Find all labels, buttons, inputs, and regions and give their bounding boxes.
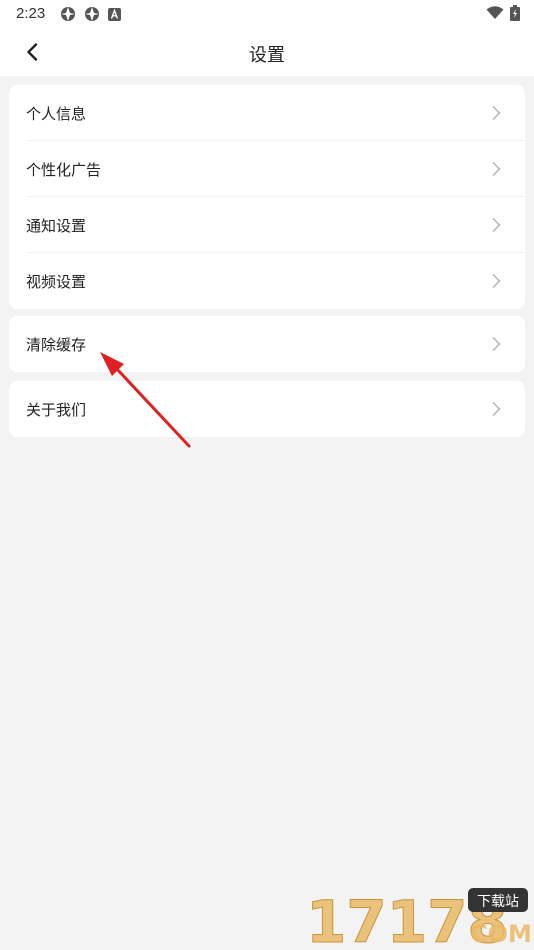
- settings-item-label: 通知设置: [26, 216, 87, 235]
- settings-group-about: 关于我们: [9, 381, 525, 437]
- settings-item-label: 关于我们: [26, 400, 87, 419]
- settings-item-clear-cache[interactable]: 清除缓存: [9, 316, 525, 372]
- chevron-right-icon: [492, 161, 501, 177]
- chevron-right-icon: [492, 105, 501, 121]
- aperture-icon: [85, 7, 99, 21]
- settings-item-video[interactable]: 视频设置: [9, 253, 525, 309]
- watermark-domain: COM: [470, 920, 530, 948]
- settings-item-label: 个人信息: [26, 104, 87, 123]
- wifi-icon: [486, 6, 504, 19]
- chevron-right-icon: [492, 273, 501, 289]
- chevron-right-icon: [492, 217, 501, 233]
- status-icons-left: [60, 6, 121, 22]
- settings-item-label: 视频设置: [26, 272, 87, 291]
- settings-item-about-us[interactable]: 关于我们: [9, 381, 525, 437]
- settings-group-account: 个人信息 个性化广告 通知设置 视频设置: [9, 85, 525, 309]
- title-bar: 设置: [0, 28, 534, 76]
- page-title: 设置: [249, 45, 285, 66]
- aperture-icon: [61, 7, 75, 21]
- status-time: 2:23: [16, 5, 46, 22]
- settings-item-personal-info[interactable]: 个人信息: [9, 85, 525, 141]
- settings-group-cache: 清除缓存: [9, 316, 525, 372]
- status-bar: 2:23: [0, 0, 534, 28]
- settings-item-notification[interactable]: 通知设置: [9, 197, 525, 253]
- chevron-right-icon: [492, 401, 501, 417]
- battery-charging-icon: [510, 5, 520, 21]
- chevron-right-icon: [492, 336, 501, 352]
- settings-item-label: 清除缓存: [26, 335, 87, 354]
- settings-item-label: 个性化广告: [26, 160, 102, 179]
- settings-item-personalized-ads[interactable]: 个性化广告: [9, 141, 525, 197]
- watermark-logo: 17178 下载站 COM: [306, 888, 531, 949]
- watermark-tag: 下载站: [477, 894, 519, 910]
- status-icons-right: [486, 5, 520, 21]
- a-badge-icon: [108, 7, 121, 21]
